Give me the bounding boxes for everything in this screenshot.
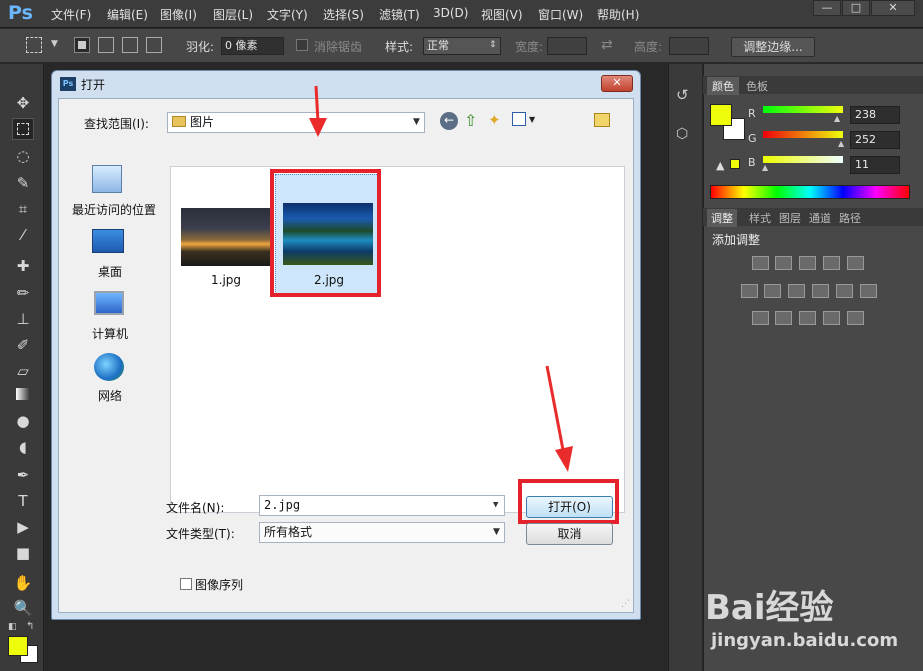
watermark-url: jingyan.baidu.com bbox=[711, 630, 899, 651]
arrow-to-open-button bbox=[545, 365, 573, 472]
watermark-logo: Bai经验 bbox=[705, 588, 834, 628]
arrow-to-file bbox=[309, 85, 327, 137]
annotation-arrows bbox=[309, 85, 573, 472]
